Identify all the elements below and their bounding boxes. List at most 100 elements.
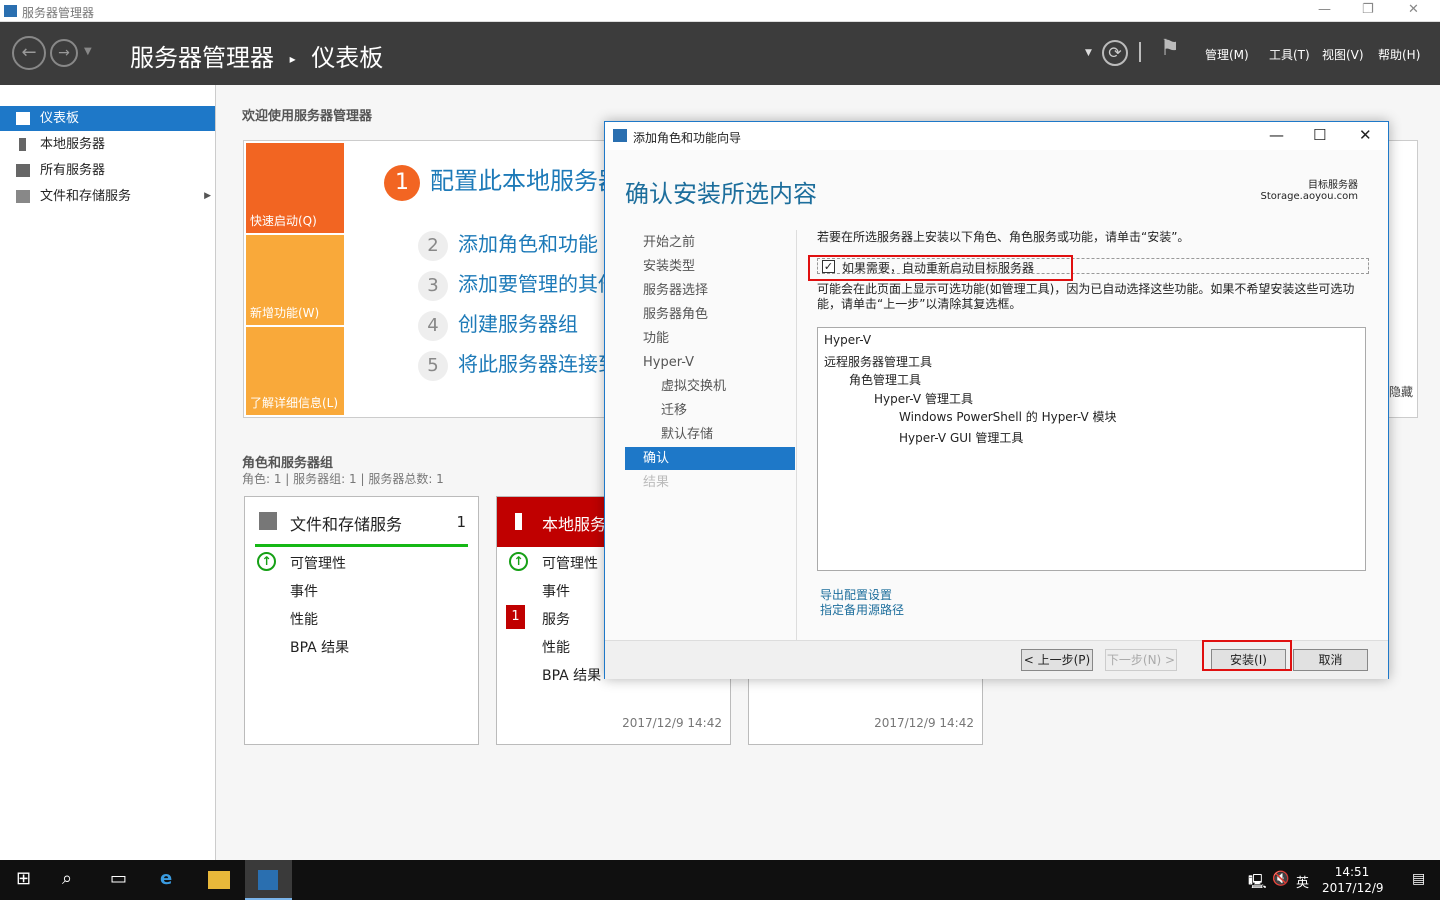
back-button[interactable]: ←: [12, 36, 46, 70]
tile-row-performance[interactable]: 性能: [290, 609, 318, 629]
step-number: 1: [384, 165, 420, 201]
notifications-icon[interactable]: ▤: [1412, 871, 1425, 887]
step-create-group[interactable]: 4 创建服务器组: [418, 308, 578, 341]
breadcrumb-app: 服务器管理器: [130, 44, 274, 72]
expand-arrow-icon[interactable]: ▶: [204, 184, 211, 209]
role-tile-file-storage[interactable]: 文件和存储服务 1 ↑ 可管理性 事件 性能 BPA 结果: [244, 496, 479, 745]
breadcrumb-page: 仪表板: [311, 44, 384, 72]
tile-timestamp: 2017/12/9 14:42: [874, 716, 974, 730]
ime-indicator[interactable]: 英: [1296, 872, 1309, 891]
dialog-heading: 确认安装所选内容: [625, 180, 817, 208]
menu-tools[interactable]: 工具(T): [1269, 46, 1310, 63]
wizard-step[interactable]: 结果: [625, 471, 795, 494]
start-button[interactable]: ⊞: [16, 868, 31, 889]
tile-row-bpa[interactable]: BPA 结果: [542, 665, 601, 685]
wizard-icon: [613, 129, 627, 142]
step-label[interactable]: 添加角色和功能: [458, 232, 598, 256]
close-button[interactable]: ✕: [1408, 2, 1419, 17]
wizard-step[interactable]: 开始之前: [625, 231, 795, 254]
menu-manage[interactable]: 管理(M): [1205, 46, 1249, 63]
alternate-source-link[interactable]: 指定备用源路径: [820, 601, 904, 618]
wizard-step[interactable]: 迁移: [625, 399, 795, 422]
tile-row-events[interactable]: 事件: [290, 581, 318, 601]
dashboard-icon: [16, 112, 30, 125]
volume-muted-icon[interactable]: 🔇: [1272, 871, 1289, 887]
add-roles-wizard-dialog: 添加角色和功能向导 — ☐ ✕ 确认安装所选内容 目标服务器 Storage.ao…: [604, 121, 1389, 679]
sidebar-item-dashboard[interactable]: 仪表板: [0, 106, 215, 131]
tile-row-performance[interactable]: 性能: [542, 637, 570, 657]
search-icon[interactable]: ⌕: [62, 868, 72, 889]
dialog-minimize-button[interactable]: —: [1269, 126, 1284, 144]
sidebar-item-label: 文件和存储服务: [40, 189, 132, 204]
sidebar-item-label: 本地服务器: [40, 137, 106, 152]
server-manager-taskbar-button[interactable]: [245, 860, 292, 900]
wizard-step[interactable]: 安装类型: [625, 255, 795, 278]
list-item: 角色管理工具: [849, 373, 922, 387]
minimize-button[interactable]: —: [1318, 2, 1331, 17]
sidebar-item-local-server[interactable]: 本地服务器: [0, 132, 215, 157]
tile-row-events[interactable]: 事件: [542, 581, 570, 601]
dialog-title: 添加角色和功能向导: [633, 131, 742, 145]
step-configure-local-server[interactable]: 1 配置此本地服务器: [384, 161, 622, 201]
highlight-box: [1202, 640, 1292, 671]
menu-view[interactable]: 视图(V): [1322, 46, 1364, 63]
list-item: Windows PowerShell 的 Hyper-V 模块: [899, 410, 1117, 424]
wizard-step[interactable]: 默认存储: [625, 423, 795, 446]
next-button[interactable]: 下一步(N) >: [1105, 649, 1177, 671]
welcome-title: 欢迎使用服务器管理器: [242, 109, 373, 124]
dropdown-icon[interactable]: ▼: [1085, 48, 1092, 58]
notifications-flag-icon[interactable]: ⚑: [1160, 36, 1180, 61]
breadcrumb: 服务器管理器 ▸ 仪表板: [130, 38, 383, 73]
tile-row-manageability[interactable]: 可管理性: [542, 553, 598, 573]
tile-timestamp: 2017/12/9 14:42: [622, 716, 722, 730]
tile-row-manageability[interactable]: 可管理性: [290, 553, 346, 573]
step-number: 2: [418, 231, 448, 261]
list-item: 远程服务器管理工具: [824, 355, 933, 369]
wizard-step[interactable]: 功能: [625, 327, 795, 350]
divider: [1139, 42, 1141, 62]
quick-start-tile[interactable]: 快速启动(Q): [246, 143, 344, 233]
wizard-step[interactable]: 虚拟交换机: [625, 375, 795, 398]
file-explorer-icon[interactable]: [208, 871, 230, 889]
status-ok-icon: ↑: [509, 552, 528, 571]
status-ok-icon: ↑: [257, 552, 276, 571]
network-icon[interactable]: 🖳: [1248, 871, 1267, 895]
tile-row-bpa[interactable]: BPA 结果: [290, 637, 349, 657]
tile-row-services[interactable]: 服务: [542, 609, 570, 629]
wizard-step[interactable]: 确认: [625, 447, 795, 470]
restore-button[interactable]: ❐: [1362, 2, 1374, 17]
step-number: 3: [418, 271, 448, 301]
refresh-button[interactable]: ⟳: [1102, 40, 1128, 66]
wizard-step[interactable]: Hyper-V: [625, 351, 795, 374]
sidebar-item-all-servers[interactable]: 所有服务器: [0, 158, 215, 183]
clock[interactable]: 14:51 2017/12/9: [1322, 864, 1384, 896]
step-add-roles[interactable]: 2 添加角色和功能: [418, 228, 598, 261]
previous-button[interactable]: < 上一步(P): [1021, 649, 1093, 671]
step-label[interactable]: 创建服务器组: [458, 312, 578, 336]
sidebar-item-file-storage[interactable]: 文件和存储服务 ▶: [0, 184, 215, 209]
hide-link[interactable]: 隐藏: [1389, 383, 1413, 400]
dialog-close-button[interactable]: ✕: [1359, 126, 1372, 144]
cancel-button[interactable]: 取消: [1293, 649, 1368, 671]
divider: [796, 230, 797, 675]
server-icon: [515, 513, 522, 530]
file-storage-icon: [16, 190, 30, 203]
task-view-icon[interactable]: ▭: [110, 868, 127, 889]
server-icon: [19, 138, 26, 151]
wizard-step[interactable]: 服务器选择: [625, 279, 795, 302]
forward-button[interactable]: →: [50, 39, 78, 67]
window-title: 服务器管理器: [22, 6, 95, 20]
step-label[interactable]: 配置此本地服务器: [430, 167, 622, 195]
step-number: 4: [418, 311, 448, 341]
history-dropdown-icon[interactable]: ▼: [84, 46, 92, 57]
internet-explorer-icon[interactable]: e: [160, 868, 172, 889]
wizard-step[interactable]: 服务器角色: [625, 303, 795, 326]
target-server-value: Storage.aoyou.com: [1260, 191, 1358, 202]
dialog-maximize-button[interactable]: ☐: [1313, 126, 1326, 144]
menu-help[interactable]: 帮助(H): [1378, 46, 1420, 63]
whats-new-tile[interactable]: 新增功能(W): [246, 235, 344, 325]
clock-date: 2017/12/9: [1322, 881, 1384, 895]
step-number: 5: [418, 351, 448, 381]
learn-more-tile[interactable]: 了解详细信息(L): [246, 327, 344, 415]
tile-title[interactable]: 文件和存储服务: [290, 511, 402, 535]
